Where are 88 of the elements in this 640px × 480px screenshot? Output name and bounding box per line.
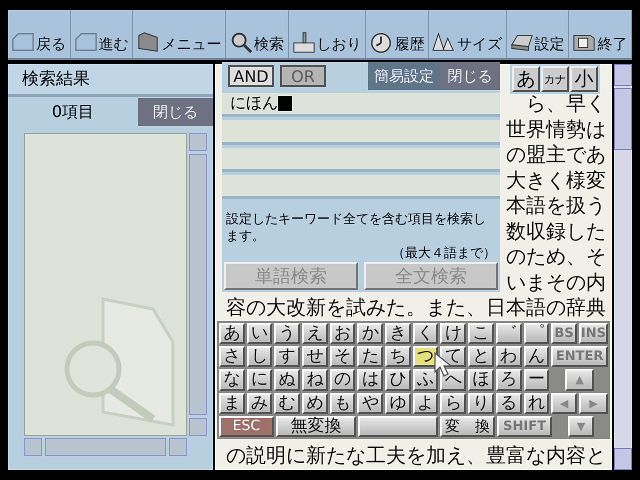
keyboard-key[interactable]: ひ	[385, 369, 411, 391]
keyboard-key[interactable]: よ	[412, 392, 438, 414]
keyboard-key[interactable]: す	[274, 346, 300, 368]
keyboard-key[interactable]: ぬ	[274, 369, 300, 391]
keyboard-key[interactable]: ゜	[524, 323, 550, 344]
tray-icon	[292, 30, 316, 54]
text-line: 容の大改新を試みた。また、日本語の辞典	[226, 295, 606, 320]
keyboard-key[interactable]: く	[412, 323, 438, 344]
text-cursor	[278, 96, 292, 112]
keyboard-key[interactable]: し	[246, 346, 272, 368]
keyboard-key[interactable]: ゛	[496, 323, 522, 344]
text-line: 世界情勢は	[506, 116, 606, 142]
keyboard-key[interactable]: お	[330, 323, 356, 344]
keyboard-key[interactable]: ゆ	[385, 392, 411, 414]
text-line: のため、そ	[506, 244, 606, 270]
tab-outline-icon	[11, 30, 35, 54]
clock-icon	[369, 30, 394, 54]
keyboard-key[interactable]: 無変換	[276, 416, 356, 437]
keyboard-key[interactable]: あ	[219, 323, 245, 344]
result-count: 0項目	[50, 102, 96, 122]
keyboard-key[interactable]: や	[357, 392, 384, 414]
keyboard-key[interactable]: な	[219, 369, 245, 391]
scrollbar[interactable]	[24, 438, 187, 456]
keyboard-key[interactable]: こ	[468, 323, 494, 344]
mode-toggle[interactable]: AND	[228, 65, 274, 87]
toolbar-button[interactable]: サイズ	[429, 10, 507, 58]
keyboard-key[interactable]: か	[357, 323, 384, 344]
keyboard-key[interactable]: と	[468, 346, 494, 368]
close-button[interactable]: 閉じる	[138, 98, 213, 126]
keyword-field[interactable]	[222, 120, 500, 144]
keyboard-key[interactable]: ふ	[412, 369, 438, 391]
keyword-field[interactable]: にほん	[222, 93, 500, 118]
scrollbar[interactable]	[189, 133, 207, 436]
keyboard-key[interactable]: む	[274, 392, 300, 414]
keyboard-key[interactable]: ん	[524, 346, 550, 368]
keyboard-key[interactable]: の	[330, 369, 356, 391]
hint-note: （最大４語まで）	[391, 245, 496, 262]
keyboard-key[interactable]: ESC	[219, 416, 274, 437]
keyboard-key[interactable]: は	[357, 369, 384, 391]
scrollbar[interactable]	[614, 64, 632, 470]
keyboard-key[interactable]: け	[440, 323, 466, 344]
keyboard-key[interactable]: う	[274, 323, 300, 344]
keyboard-key[interactable]: り	[468, 392, 494, 414]
keyboard-key[interactable]: さ	[219, 346, 245, 368]
text-line: の盟主であ	[506, 142, 606, 168]
input-mode-button[interactable]: あ	[512, 66, 540, 92]
text-line: いまその内	[506, 270, 606, 295]
text-line: ら、早く	[526, 91, 606, 116]
hint-text: 設定したキーワード全てを含む項目を検索します。	[226, 211, 487, 245]
folder-icon	[136, 30, 160, 54]
keyboard-key[interactable]: え	[302, 323, 328, 344]
keyboard-key[interactable]: め	[302, 392, 328, 414]
keyboard-key[interactable]: み	[246, 392, 272, 414]
keyboard-key[interactable]: る	[496, 392, 522, 414]
keyboard-key[interactable]: へ	[440, 369, 466, 391]
keyboard-key[interactable]: た	[357, 346, 384, 368]
keyboard-key[interactable]: そ	[330, 346, 356, 368]
tab-outline-icon	[74, 30, 98, 54]
text-line: 大きく様変	[506, 168, 606, 193]
text-line: 数収録した	[506, 218, 606, 244]
keyboard-key[interactable]: ね	[302, 369, 328, 391]
text-line: の説明に新たな工夫を加え、豊富な内容と	[226, 442, 606, 468]
panel-title: 検索結果	[8, 64, 213, 97]
keyboard-key[interactable]: せ	[302, 346, 328, 368]
keyboard-key[interactable]: ら	[440, 392, 466, 414]
space-key[interactable]	[358, 416, 438, 437]
keyboard-key[interactable]: れ	[524, 392, 550, 414]
text-line: 本語を扱う	[506, 193, 606, 218]
input-mode-button[interactable]: カナ	[541, 66, 569, 92]
close-button[interactable]: 閉じる	[440, 62, 500, 90]
keyboard-key[interactable]: ろ	[496, 369, 522, 391]
keyboard-key[interactable]: ち	[385, 346, 411, 368]
keyboard-key[interactable]: ー	[524, 369, 550, 391]
settings-tab[interactable]: 簡易設定	[368, 62, 440, 90]
triangles-icon	[432, 30, 456, 54]
keyboard-key[interactable]: わ	[496, 346, 522, 368]
keyword-field[interactable]	[222, 174, 500, 199]
keyboard-key[interactable]: 変 換	[440, 416, 496, 437]
input-mode-button[interactable]: 小	[570, 66, 598, 92]
keyboard-key[interactable]: つ	[412, 346, 438, 368]
keyboard-key[interactable]: も	[330, 392, 356, 414]
keyboard-key[interactable]: き	[385, 323, 411, 344]
keyboard-key[interactable]: い	[246, 323, 272, 344]
keyboard-key[interactable]: ま	[219, 392, 245, 414]
keyboard-key[interactable]: に	[246, 369, 272, 391]
keyboard-key[interactable]: ほ	[468, 369, 494, 391]
search-icon	[229, 30, 254, 54]
keyword-field[interactable]	[222, 148, 500, 172]
